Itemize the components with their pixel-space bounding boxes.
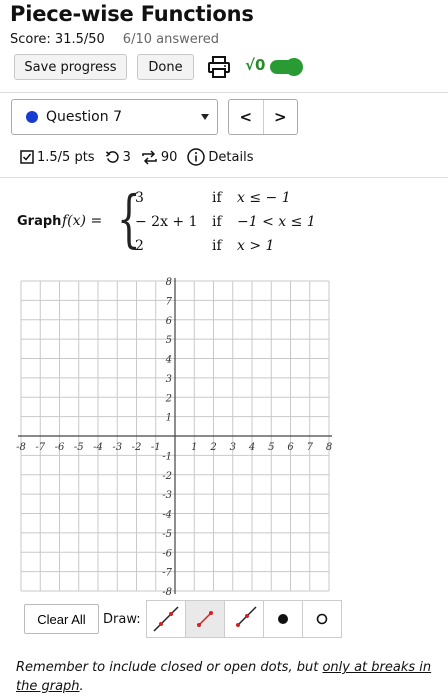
draw-label: Draw:: [103, 611, 141, 627]
retries-count: 3: [122, 149, 131, 165]
graph-instruction: Graph: [17, 214, 62, 229]
open-dot-tool-button[interactable]: [301, 600, 342, 638]
y-tick-label: 8: [166, 277, 172, 288]
case-if: if: [212, 214, 222, 230]
math-toggle[interactable]: [270, 58, 303, 76]
repeat-icon: [142, 149, 157, 165]
y-tick-label: -1: [162, 451, 172, 462]
info-icon: [187, 148, 206, 166]
y-tick-label: 4: [165, 355, 172, 366]
reminder-period: .: [79, 679, 84, 694]
question-select-value: Question 7: [46, 109, 122, 125]
done-button[interactable]: Done: [137, 54, 194, 80]
function-name: f(x) =: [62, 213, 103, 229]
x-tick-label: -3: [112, 442, 122, 453]
x-tick-label: 1: [191, 442, 197, 453]
x-tick-label: 7: [307, 442, 314, 453]
checkbox-icon: [20, 150, 34, 164]
answered-count: 6/10 answered: [122, 32, 220, 47]
line-tool-button[interactable]: [145, 600, 186, 638]
x-tick-label: 5: [268, 442, 274, 453]
x-tick-label: -4: [93, 442, 103, 453]
question-nav: < >: [228, 99, 298, 135]
x-tick-label: -7: [35, 442, 45, 453]
ray-tool-button[interactable]: [223, 600, 264, 638]
y-tick-label: -6: [162, 548, 172, 559]
reminder-note: Remember to include closed or open dots,…: [16, 658, 436, 696]
case-condition: x ≤ − 1: [237, 190, 291, 206]
y-tick-label: -8: [162, 587, 172, 597]
question-status-dot: [26, 111, 38, 123]
x-tick-label: -6: [55, 442, 65, 453]
ray-tool-icon: [235, 606, 257, 627]
header-divider: [0, 92, 448, 93]
case-value: 2: [135, 238, 144, 254]
points-group: 1.5/5 pts: [20, 150, 95, 165]
math-input-icon: √0: [245, 56, 266, 74]
x-tick-label: -1: [151, 442, 161, 453]
case-value: 3: [135, 190, 144, 206]
closed-dot-tool-button[interactable]: [262, 600, 303, 638]
case-if: if: [212, 190, 222, 206]
y-tick-label: -2: [162, 471, 172, 482]
undo-icon: [105, 150, 119, 163]
print-icon[interactable]: [206, 55, 232, 79]
details-link[interactable]: Details: [187, 148, 254, 166]
x-tick-label: 3: [230, 442, 236, 453]
chevron-down-icon: [201, 114, 209, 120]
case-if: if: [212, 238, 222, 254]
closed-dot-tool-icon: [277, 614, 288, 624]
question-meta: 1.5/5 pts 3 90 Details: [20, 148, 260, 166]
meta-divider: [0, 177, 448, 178]
x-tick-label: 8: [326, 442, 332, 453]
x-tick-label: -5: [74, 442, 84, 453]
x-tick-label: -2: [132, 442, 142, 453]
x-tick-label: 2: [209, 442, 216, 453]
y-tick-label: -7: [162, 568, 172, 579]
segment-tool-button[interactable]: [184, 600, 225, 638]
clear-all-button[interactable]: Clear All: [24, 604, 99, 634]
y-tick-label: 3: [166, 374, 172, 385]
x-tick-label: -8: [16, 442, 26, 453]
y-tick-label: 1: [166, 413, 172, 424]
next-question-button[interactable]: >: [264, 100, 298, 134]
attempts-group: 90: [141, 149, 178, 165]
score-row: Score: 31.5/50 6/10 answered: [10, 32, 219, 47]
draw-toolbar: Clear All Draw:: [24, 600, 342, 638]
y-tick-label: 7: [166, 296, 173, 307]
retries-group: 3: [105, 150, 131, 165]
save-progress-button[interactable]: Save progress: [14, 54, 127, 80]
x-tick-label: 6: [287, 442, 294, 453]
y-tick-label: -4: [162, 510, 172, 521]
y-tick-label: 2: [165, 393, 172, 404]
case-value: − 2x + 1: [135, 214, 198, 230]
case-condition: x > 1: [237, 238, 275, 254]
reminder-text: Remember to include closed or open dots,…: [16, 660, 323, 675]
y-tick-label: -5: [162, 529, 172, 540]
question-select[interactable]: Question 7: [11, 99, 218, 135]
segment-tool-icon: [196, 611, 213, 627]
points-text: 1.5/5 pts: [37, 149, 95, 165]
score-text: Score: 31.5/50: [10, 32, 105, 47]
x-tick-label: 4: [248, 442, 255, 453]
problem-statement: Graph f(x) = { 3 if x ≤ − 1 − 2x + 1 if …: [17, 188, 437, 260]
open-dot-tool-icon: [316, 613, 327, 625]
graph-canvas[interactable]: -8 -7 -6 -5 -4 -3 -2 -1 1 2 3 4 5 6 7 8 8 7 6 5 4 3 2 1 -1 -2 -3 -4…: [15, 275, 335, 597]
prev-question-button[interactable]: <: [229, 100, 264, 134]
case-condition: −1 < x ≤ 1: [237, 214, 316, 230]
details-label: Details: [208, 149, 254, 165]
attempts-count: 90: [160, 149, 178, 165]
y-tick-label: 6: [166, 316, 173, 327]
y-tick-label: 5: [166, 335, 172, 346]
line-tool-icon: [153, 606, 179, 632]
page-title: Piece-wise Functions: [10, 2, 254, 26]
y-tick-label: -3: [162, 490, 172, 501]
toggle-knob: [285, 58, 303, 76]
